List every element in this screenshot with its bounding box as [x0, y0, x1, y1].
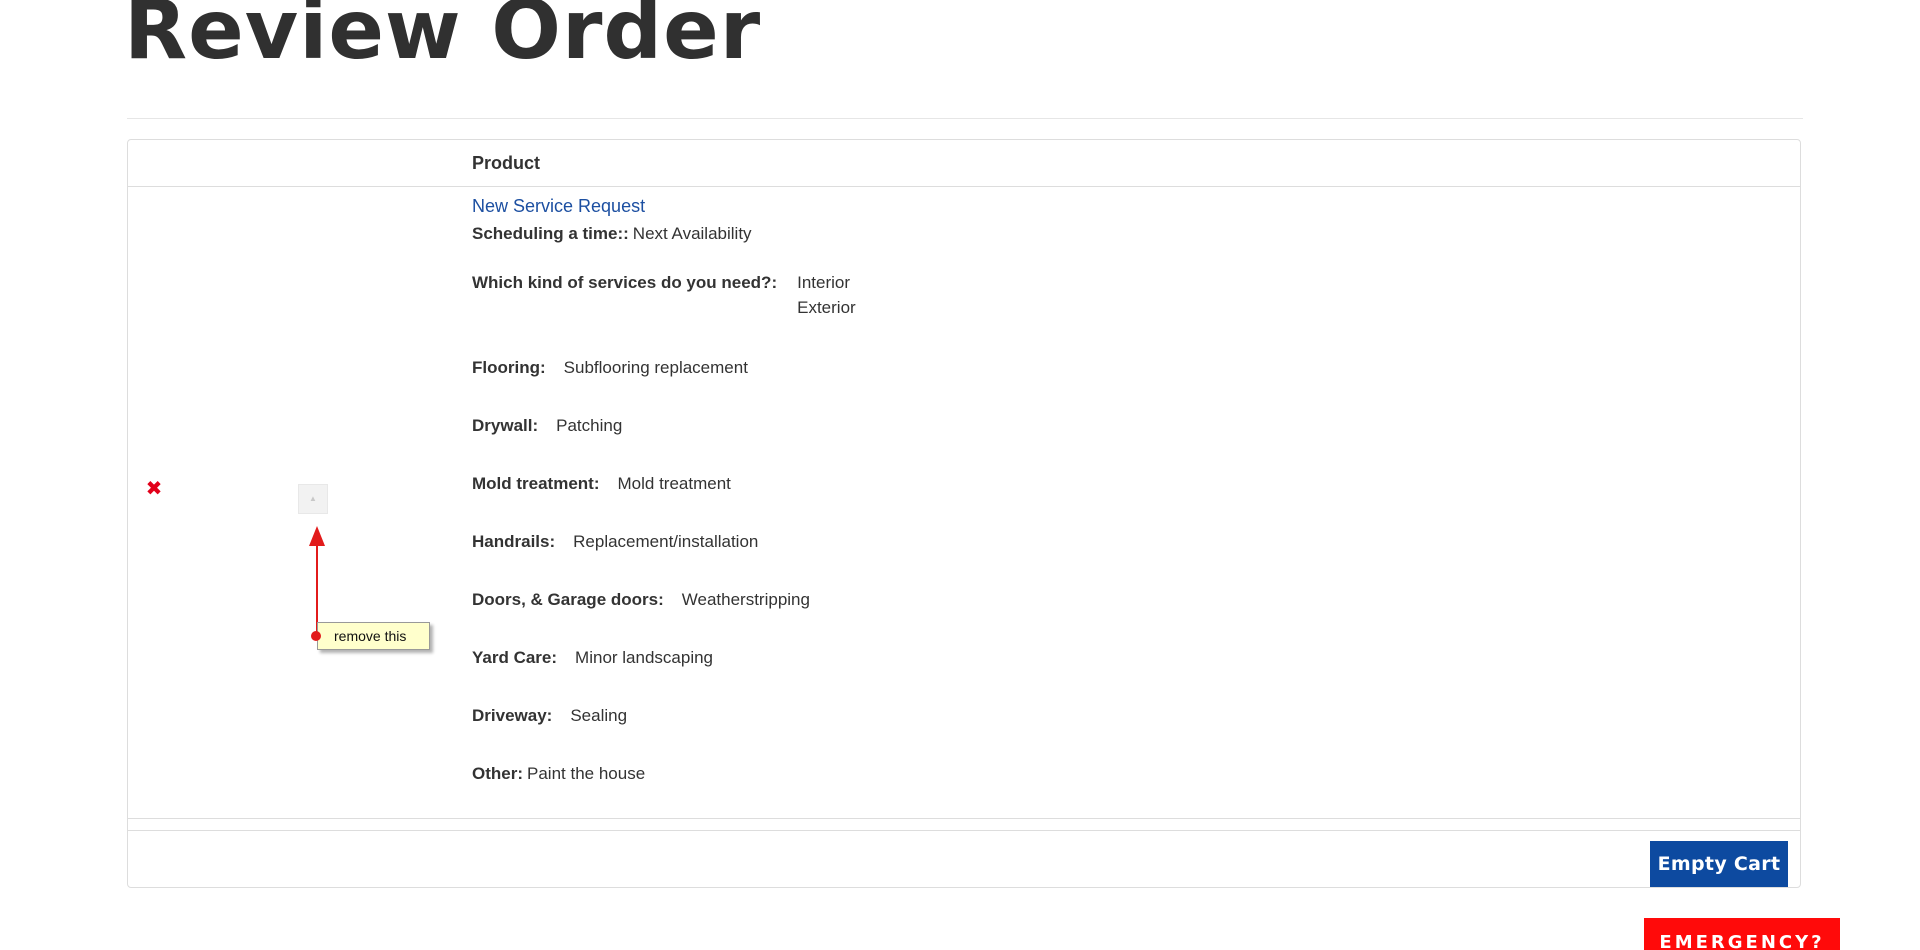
option-doors: Doors, & Garage doors: Weatherstripping	[472, 587, 810, 612]
remove-item-icon[interactable]: ✖	[145, 479, 163, 499]
option-value: Replacement/installation	[573, 532, 759, 551]
option-label: Which kind of services do you need?:	[472, 273, 778, 292]
option-value: Subflooring replacement	[563, 358, 748, 377]
cart-table: Product ✖ ▲ New Service Request Scheduli…	[127, 139, 1801, 888]
row-divider	[128, 818, 1800, 819]
option-label: Yard Care:	[472, 648, 558, 667]
column-header-product: Product	[472, 153, 541, 173]
option-label: Handrails:	[472, 532, 556, 551]
table-header: Product	[128, 140, 1800, 187]
option-services: Which kind of services do you need?: Inte…	[472, 270, 856, 320]
option-value: Paint the house	[527, 764, 646, 783]
option-label: Scheduling a time::	[472, 224, 629, 243]
option-value: Mold treatment	[617, 474, 731, 493]
title-divider	[127, 118, 1803, 119]
product-link[interactable]: New Service Request	[472, 192, 1672, 221]
option-value: Minor landscaping	[575, 648, 714, 667]
option-label: Driveway:	[472, 706, 553, 725]
annotation-arrowhead-icon	[309, 526, 325, 546]
option-label: Flooring:	[472, 358, 546, 377]
option-scheduling: Scheduling a time:: Next Availability	[472, 221, 752, 246]
page-title: Review Order	[124, 0, 762, 78]
option-drywall: Drywall: Patching	[472, 413, 622, 438]
option-value: Next Availability	[632, 224, 752, 243]
option-value: Patching	[556, 416, 623, 435]
option-value: Interior	[797, 273, 851, 292]
option-label: Doors, & Garage doors:	[472, 590, 664, 609]
option-value: Exterior	[797, 298, 856, 317]
footer-divider	[128, 830, 1800, 831]
annotation-note: remove this	[317, 622, 430, 650]
option-value: Sealing	[570, 706, 628, 725]
annotation-anchor-dot	[311, 631, 321, 641]
option-label: Drywall:	[472, 416, 539, 435]
option-handrails: Handrails: Replacement/installation	[472, 529, 758, 554]
option-flooring: Flooring: Subflooring replacement	[472, 355, 748, 380]
option-yard-care: Yard Care: Minor landscaping	[472, 645, 713, 670]
option-label: Other:	[472, 764, 523, 783]
option-mold-treatment: Mold treatment: Mold treatment	[472, 471, 731, 496]
option-label: Mold treatment:	[472, 474, 600, 493]
option-value: Weatherstripping	[681, 590, 810, 609]
option-driveway: Driveway: Sealing	[472, 703, 627, 728]
product-thumbnail: ▲	[298, 484, 328, 514]
option-values: Interior Exterior	[797, 270, 856, 320]
product-details: New Service Request Scheduling a time:: N…	[472, 192, 1672, 783]
option-other: Other: Paint the house	[472, 761, 645, 786]
empty-cart-button[interactable]: Empty Cart	[1650, 841, 1788, 887]
emergency-button[interactable]: EMERGENCY?	[1644, 918, 1840, 950]
annotation-arrow-line	[316, 540, 318, 635]
